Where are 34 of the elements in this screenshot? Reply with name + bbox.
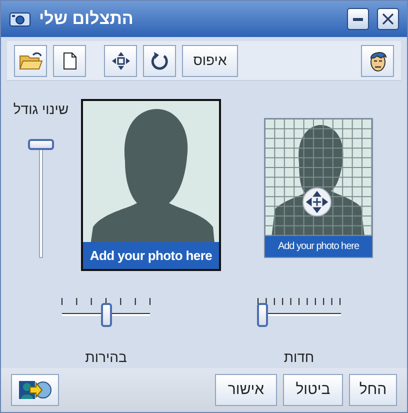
- brightness-slider[interactable]: [62, 303, 150, 325]
- cartoon-head-icon: [368, 50, 386, 72]
- slider-thumb[interactable]: [100, 303, 112, 328]
- move-icon: [110, 50, 130, 70]
- window-title: התצלום שלי: [39, 8, 134, 30]
- reset-button[interactable]: איפוס: [182, 44, 238, 76]
- crop-caption: Add your photo here: [265, 236, 372, 257]
- folder-icon: [18, 50, 42, 70]
- cancel-button[interactable]: ביטול: [283, 374, 343, 406]
- minimize-button[interactable]: [347, 8, 369, 30]
- avatar-button[interactable]: [361, 44, 394, 76]
- move-button[interactable]: [104, 44, 137, 76]
- close-icon: [382, 13, 394, 25]
- page-icon: [62, 52, 76, 70]
- rotate-icon: [150, 50, 168, 70]
- slider-thumb[interactable]: [257, 303, 268, 328]
- camera-icon: [9, 11, 31, 27]
- close-button[interactable]: [377, 8, 399, 30]
- sharpness-label: חדות: [284, 348, 314, 367]
- open-button[interactable]: [14, 44, 47, 76]
- import-button[interactable]: [11, 374, 59, 406]
- move-handle-icon[interactable]: [302, 187, 332, 217]
- brightness-label: בהירות: [85, 348, 127, 367]
- photo-caption: Add your photo here: [83, 242, 219, 269]
- size-slider[interactable]: [28, 139, 54, 261]
- rotate-button[interactable]: [143, 44, 176, 76]
- size-label: שינוי גודל: [13, 100, 69, 119]
- slider-thumb[interactable]: [28, 139, 54, 150]
- person-arrow-globe-icon: [18, 379, 52, 401]
- sharpness-slider[interactable]: [257, 303, 341, 325]
- minimize-icon: [353, 17, 363, 21]
- ok-button[interactable]: אישור: [215, 374, 277, 406]
- new-button[interactable]: [53, 44, 86, 76]
- apply-button[interactable]: החל: [349, 374, 397, 406]
